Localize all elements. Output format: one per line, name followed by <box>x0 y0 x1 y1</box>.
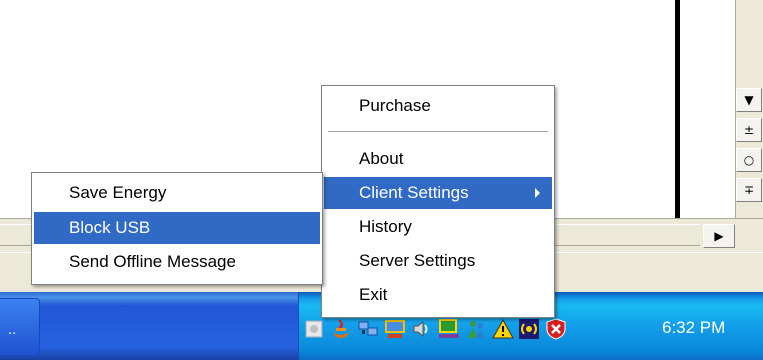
document-margin <box>680 0 735 218</box>
taskbar-clock[interactable]: 6:32 PM <box>662 318 725 338</box>
menu-item-label: Client Settings <box>359 183 469 202</box>
monitor-icon[interactable] <box>437 317 461 341</box>
security-shield-icon[interactable] <box>544 317 568 341</box>
menu-item-purchase[interactable]: Purchase <box>324 90 552 122</box>
previous-page-button[interactable]: ± <box>736 118 762 142</box>
scroll-down-button[interactable]: ▼ <box>736 88 762 112</box>
menu-item-about[interactable]: About <box>324 143 552 175</box>
menu-item-server-settings[interactable]: Server Settings <box>324 245 552 277</box>
warning-icon[interactable] <box>491 317 515 341</box>
taskbar-window-button[interactable]: .. <box>0 298 40 356</box>
select-browse-object-button[interactable]: ○ <box>736 148 762 172</box>
display-icon[interactable] <box>383 317 407 341</box>
menu-item-history[interactable]: History <box>324 211 552 243</box>
volume-icon[interactable] <box>409 317 433 341</box>
menu-item-exit[interactable]: Exit <box>324 279 552 311</box>
next-page-button[interactable]: ∓ <box>736 178 762 202</box>
tray-app-icon[interactable] <box>302 317 326 341</box>
network-icon[interactable] <box>356 317 380 341</box>
menu-item-send-offline-message[interactable]: Send Offline Message <box>34 246 320 278</box>
menu-item-block-usb[interactable]: Block USB <box>34 212 320 244</box>
tray-context-menu: Purchase About Client Settings History S… <box>321 85 555 318</box>
wireless-icon[interactable] <box>517 317 541 341</box>
scroll-right-button[interactable]: ▶ <box>703 224 735 248</box>
messenger-icon[interactable] <box>464 317 488 341</box>
window-divider <box>675 0 680 218</box>
menu-item-save-energy[interactable]: Save Energy <box>34 177 320 209</box>
client-settings-submenu: Save Energy Block USB Send Offline Messa… <box>31 172 323 285</box>
menu-separator <box>328 131 548 132</box>
menu-item-client-settings[interactable]: Client Settings <box>324 177 552 209</box>
submenu-arrow-icon <box>535 188 540 198</box>
java-icon[interactable] <box>329 317 353 341</box>
